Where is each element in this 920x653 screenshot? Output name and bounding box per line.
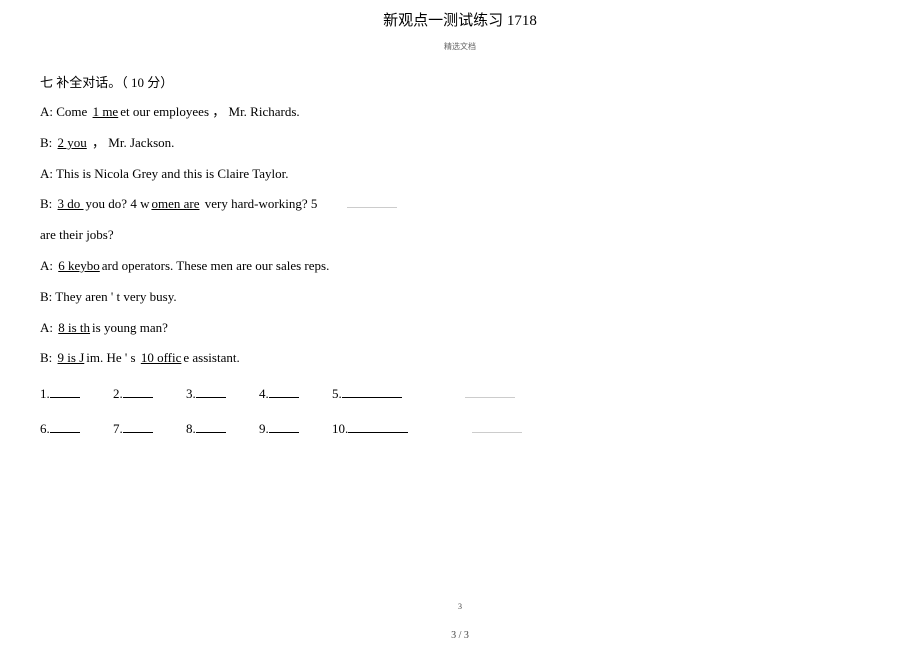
answer-blank bbox=[50, 385, 80, 398]
answer-blank bbox=[123, 385, 153, 398]
answer-slot: 5. bbox=[332, 384, 402, 404]
page-title: 新观点一测试练习 1718 bbox=[0, 0, 920, 41]
blank-4: omen are bbox=[149, 196, 201, 211]
text: B: bbox=[40, 350, 56, 365]
text: B: bbox=[40, 135, 56, 150]
text: you do? 4 w bbox=[86, 196, 150, 211]
text: ard operators. These men are our sales r… bbox=[102, 258, 330, 273]
answer-blank bbox=[342, 385, 402, 398]
blank-6: 6 keybo bbox=[56, 258, 102, 273]
answer-blank bbox=[196, 385, 226, 398]
answer-slot: 7. bbox=[113, 419, 153, 439]
answer-slot: 8. bbox=[186, 419, 226, 439]
answer-row-1: 1. 2. 3. 4. 5. bbox=[40, 384, 880, 404]
faded-mark bbox=[465, 385, 515, 398]
dialogue-line: B: They aren ' t very busy. bbox=[40, 287, 880, 308]
answer-blank bbox=[196, 420, 226, 433]
answer-blank bbox=[50, 420, 80, 433]
page-subtitle: 精选文档 bbox=[0, 41, 920, 53]
answer-blank bbox=[269, 420, 299, 433]
text: A: bbox=[40, 320, 56, 335]
document-content: 七 补全对话。（ 10 分） A: Come 1 meet our employ… bbox=[0, 73, 920, 439]
dialogue-line: B: 9 is Jim. He ' s 10 office assistant. bbox=[40, 348, 880, 369]
dialogue-line: B: 2 you ， Mr. Jackson. bbox=[40, 133, 880, 154]
footer-small-number: 3 bbox=[0, 601, 920, 613]
text: is young man? bbox=[92, 320, 168, 335]
answer-blank bbox=[269, 385, 299, 398]
answer-row-2: 6. 7. 8. 9. 10. bbox=[40, 419, 880, 439]
answer-blank bbox=[348, 420, 408, 433]
answer-slot: 6. bbox=[40, 419, 80, 439]
answer-slot: 2. bbox=[113, 384, 153, 404]
dialogue-line: A: 8 is this young man? bbox=[40, 318, 880, 339]
faded-mark bbox=[347, 195, 397, 208]
text: e assistant. bbox=[183, 350, 239, 365]
text: B: bbox=[40, 196, 56, 211]
blank-10: 10 offic bbox=[139, 350, 184, 365]
blank-1: 1 me bbox=[91, 104, 121, 119]
answer-slot: 4. bbox=[259, 384, 299, 404]
answer-slot: 1. bbox=[40, 384, 80, 404]
text: A: bbox=[40, 258, 56, 273]
text: ， Mr. Jackson. bbox=[89, 135, 175, 150]
blank-9: 9 is J bbox=[56, 350, 87, 365]
footer-page-number: 3 / 3 bbox=[0, 628, 920, 643]
answer-slot: 3. bbox=[186, 384, 226, 404]
dialogue-line: A: This is Nicola Grey and this is Clair… bbox=[40, 164, 880, 185]
section-header: 七 补全对话。（ 10 分） bbox=[40, 73, 880, 93]
answer-slot: 9. bbox=[259, 419, 299, 439]
answer-slot: 10. bbox=[332, 419, 408, 439]
text: A: Come bbox=[40, 104, 91, 119]
blank-3: 3 do bbox=[56, 196, 86, 211]
dialogue-line: are their jobs? bbox=[40, 225, 880, 246]
dialogue-line: A: 6 keyboard operators. These men are o… bbox=[40, 256, 880, 277]
text: very hard-working? 5 bbox=[201, 196, 317, 211]
answer-blank bbox=[123, 420, 153, 433]
dialogue-line: A: Come 1 meet our employees ， Mr. Richa… bbox=[40, 102, 880, 123]
dialogue-line: B: 3 do you do? 4 women are very hard-wo… bbox=[40, 194, 880, 215]
text: im. He ' s bbox=[86, 350, 139, 365]
blank-8: 8 is th bbox=[56, 320, 92, 335]
blank-2: 2 you bbox=[56, 135, 89, 150]
text: et our employees ， Mr. Richards. bbox=[120, 104, 299, 119]
faded-mark bbox=[472, 420, 522, 433]
